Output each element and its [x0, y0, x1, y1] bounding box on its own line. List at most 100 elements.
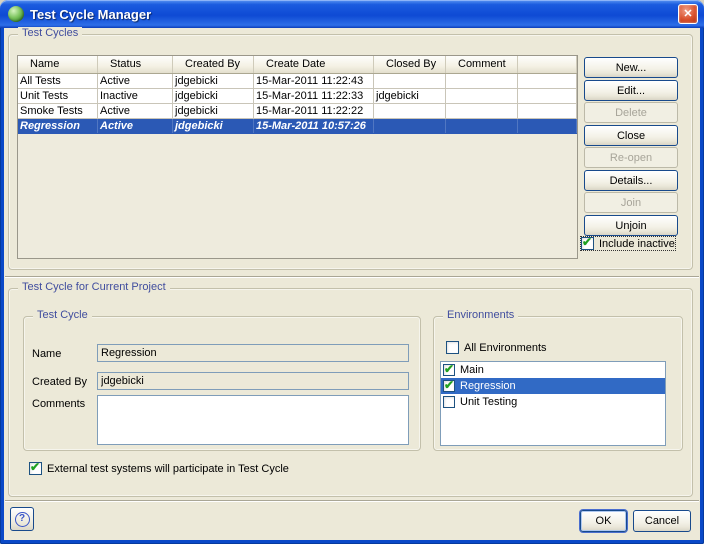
cell-filler	[518, 119, 577, 133]
environment-label: Unit Testing	[460, 396, 517, 408]
column-header-closed-by[interactable]: Closed By	[374, 56, 446, 73]
unjoin-button[interactable]: Unjoin	[584, 215, 678, 236]
cell-comment	[446, 119, 518, 133]
test-cycle-subgroup-label: Test Cycle	[33, 309, 92, 321]
checkbox-box: ✔	[443, 364, 455, 376]
table-header-row: Name Status Created By Create Date Close…	[18, 56, 577, 74]
cell-created-by: jdgebicki	[173, 104, 254, 118]
checkbox-box: ✔	[443, 380, 455, 392]
column-header-status[interactable]: Status	[98, 56, 173, 73]
column-header-comment[interactable]: Comment	[446, 56, 518, 73]
all-environments-label: All Environments	[464, 342, 547, 354]
cell-status: Active	[98, 74, 173, 88]
cell-create-date: 15-Mar-2011 11:22:22	[254, 104, 374, 118]
cell-comment	[446, 104, 518, 118]
dialog-test-cycle-manager: Test Cycle Manager ✕ Test Cycles Name St…	[0, 0, 704, 544]
test-cycles-table: Name Status Created By Create Date Close…	[17, 55, 578, 259]
window-title: Test Cycle Manager	[30, 7, 678, 22]
details-button[interactable]: Details...	[584, 170, 678, 191]
cell-name: Regression	[18, 119, 98, 133]
new-button[interactable]: New...	[584, 57, 678, 78]
close-button[interactable]: ✕	[678, 4, 698, 24]
column-header-create-date[interactable]: Create Date	[254, 56, 374, 73]
cell-closed-by	[374, 119, 446, 133]
external-systems-label: External test systems will participate i…	[47, 463, 289, 475]
section-divider	[5, 276, 699, 278]
screen: Test Cycle Manager ✕ Test Cycles Name St…	[0, 0, 704, 544]
delete-button: Delete	[584, 102, 678, 123]
cell-status: Active	[98, 119, 173, 133]
cell-filler	[518, 104, 577, 118]
current-project-group-label: Test Cycle for Current Project	[18, 281, 170, 293]
environment-item-unit-testing[interactable]: Unit Testing	[441, 394, 665, 410]
cell-created-by: jdgebicki	[173, 119, 254, 133]
cell-name: All Tests	[18, 74, 98, 88]
column-header-created-by[interactable]: Created By	[173, 56, 254, 73]
close-icon: ✕	[683, 8, 692, 20]
cell-create-date: 15-Mar-2011 11:22:33	[254, 89, 374, 103]
check-icon: ✔	[444, 362, 454, 376]
table-row-regression-selected[interactable]: Regression Active jdgebicki 15-Mar-2011 …	[18, 119, 577, 134]
cell-filler	[518, 74, 577, 88]
ok-button[interactable]: OK	[580, 510, 627, 532]
current-project-group: Test Cycle for Current Project Test Cycl…	[8, 288, 693, 497]
cell-name: Unit Tests	[18, 89, 98, 103]
created-by-field[interactable]	[97, 372, 409, 390]
environment-item-regression-selected[interactable]: ✔ Regression	[441, 378, 665, 394]
name-label: Name	[32, 348, 61, 360]
help-icon: ?	[15, 512, 30, 527]
cell-status: Inactive	[98, 89, 173, 103]
cell-create-date: 15-Mar-2011 10:57:26	[254, 119, 374, 133]
close-cycle-button[interactable]: Close	[584, 125, 678, 146]
column-header-name[interactable]: Name	[18, 56, 98, 73]
test-cycles-group: Test Cycles Name Status Created By Creat…	[8, 34, 693, 270]
cancel-button[interactable]: Cancel	[633, 510, 691, 532]
comments-field[interactable]	[97, 395, 409, 445]
all-environments-checkbox[interactable]: All Environments	[446, 341, 547, 354]
edit-button[interactable]: Edit...	[584, 80, 678, 101]
reopen-button: Re-open	[584, 147, 678, 168]
table-row-unit-tests[interactable]: Unit Tests Inactive jdgebicki 15-Mar-201…	[18, 89, 577, 104]
cell-closed-by	[374, 104, 446, 118]
checkbox-box: ✔	[29, 462, 42, 475]
check-icon: ✔	[582, 235, 592, 249]
test-cycle-subgroup: Test Cycle Name Created By Comments	[23, 316, 421, 451]
dialog-body: Test Cycles Name Status Created By Creat…	[4, 28, 700, 540]
checkbox-box: ✔	[581, 237, 594, 250]
table-row-all-tests[interactable]: All Tests Active jdgebicki 15-Mar-2011 1…	[18, 74, 577, 89]
cell-comment	[446, 89, 518, 103]
footer-divider	[5, 500, 699, 502]
cell-comment	[446, 74, 518, 88]
table-row-smoke-tests[interactable]: Smoke Tests Active jdgebicki 15-Mar-2011…	[18, 104, 577, 119]
join-button: Join	[584, 192, 678, 213]
check-icon: ✔	[30, 460, 40, 474]
cell-created-by: jdgebicki	[173, 74, 254, 88]
cell-name: Smoke Tests	[18, 104, 98, 118]
check-icon: ✔	[444, 378, 454, 392]
environments-list: ✔ Main ✔ Regression Unit Testi	[440, 361, 666, 446]
include-inactive-label: Include inactive	[599, 238, 675, 250]
cell-closed-by	[374, 74, 446, 88]
environment-label: Main	[460, 364, 484, 376]
cell-filler	[518, 89, 577, 103]
environments-group: Environments All Environments ✔ Main	[433, 316, 683, 451]
checkbox-box	[443, 396, 455, 408]
title-bar[interactable]: Test Cycle Manager ✕	[0, 0, 704, 28]
created-by-label: Created By	[32, 376, 87, 388]
environments-group-label: Environments	[443, 309, 518, 321]
cell-created-by: jdgebicki	[173, 89, 254, 103]
cell-closed-by: jdgebicki	[374, 89, 446, 103]
cell-status: Active	[98, 104, 173, 118]
cell-create-date: 15-Mar-2011 11:22:43	[254, 74, 374, 88]
test-cycles-group-label: Test Cycles	[18, 27, 82, 39]
comments-label: Comments	[32, 398, 85, 410]
column-header-filler	[518, 56, 577, 73]
external-systems-checkbox[interactable]: ✔ External test systems will participate…	[29, 462, 289, 475]
help-button[interactable]: ?	[10, 507, 34, 531]
name-field[interactable]	[97, 344, 409, 362]
include-inactive-checkbox[interactable]: ✔ Include inactive	[581, 237, 675, 250]
environment-label: Regression	[460, 380, 516, 392]
environment-item-main[interactable]: ✔ Main	[441, 362, 665, 378]
checkbox-box	[446, 341, 459, 354]
app-icon	[8, 6, 24, 22]
